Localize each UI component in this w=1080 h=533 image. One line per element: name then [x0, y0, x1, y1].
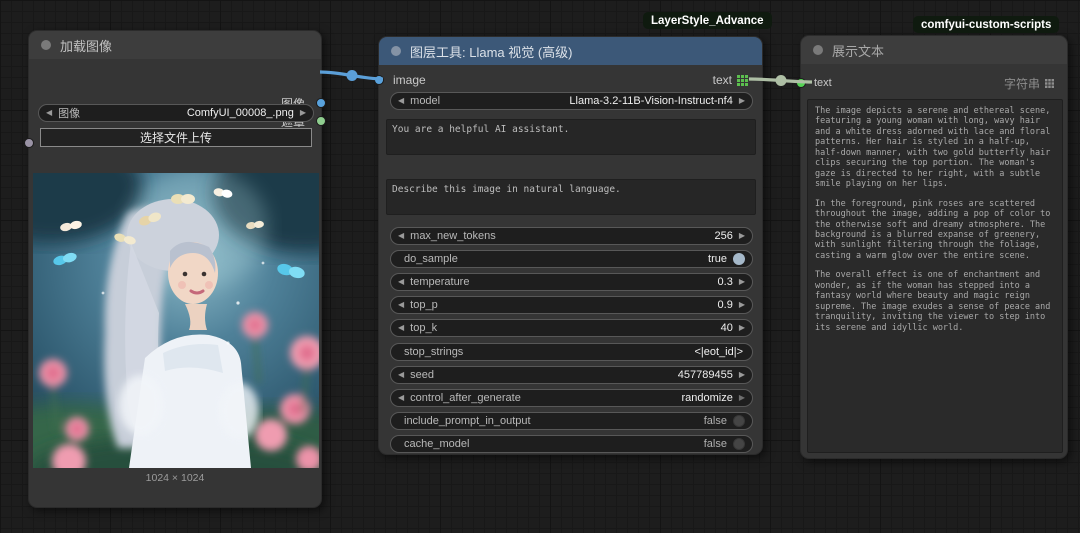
collapse-dot[interactable]: [41, 40, 51, 50]
custom-scripts-badge: comfyui-custom-scripts: [913, 16, 1060, 33]
combo-left-arrow[interactable]: ◀: [398, 97, 404, 105]
right-arrow[interactable]: ▶: [739, 324, 745, 332]
left-arrow[interactable]: ◀: [398, 301, 404, 309]
output-paragraph: The image depicts a serene and ethereal …: [815, 106, 1051, 190]
left-arrow[interactable]: ◀: [398, 394, 404, 402]
combo-label: model: [410, 95, 441, 107]
string-type-label: 字符串: [1003, 76, 1040, 91]
seed-widget[interactable]: ◀ seed 457789455 ▶: [390, 366, 753, 384]
system-prompt-textarea[interactable]: You are a helpful AI assistant.: [386, 119, 756, 155]
left-arrow[interactable]: ◀: [398, 278, 404, 286]
input-image-label: image: [393, 73, 426, 87]
node-title: 加载图像: [60, 38, 113, 54]
string-grid-icon[interactable]: [1045, 78, 1054, 88]
toggle-off-icon[interactable]: [733, 415, 745, 427]
load-image-node-header[interactable]: 加载图像: [29, 31, 321, 59]
combo-right-arrow[interactable]: ▶: [300, 109, 306, 117]
combo-value: Llama-3.2-11B-Vision-Instruct-nf4: [569, 95, 733, 107]
image-combo-widget[interactable]: ◀ 图像 ComfyUI_00008_.png ▶: [38, 104, 314, 122]
right-arrow[interactable]: ▶: [739, 278, 745, 286]
load-image-node[interactable]: 加载图像 图像 遮罩 ◀ 图像 ComfyUI_00008_.png ▶ 选择文…: [24, 30, 326, 508]
node-title: 图层工具: Llama 视觉 (高级): [410, 44, 573, 60]
node-title: 展示文本: [832, 43, 885, 59]
show-text-node-header[interactable]: 展示文本: [801, 36, 1067, 64]
left-arrow[interactable]: ◀: [398, 371, 404, 379]
collapse-dot[interactable]: [391, 46, 401, 56]
right-arrow[interactable]: ▶: [739, 394, 745, 402]
collapse-dot[interactable]: [813, 45, 823, 55]
top-k-widget[interactable]: ◀ top_k 40 ▶: [390, 319, 753, 337]
cache-model-widget[interactable]: cache_model false: [390, 435, 753, 453]
output-text-label: text: [712, 73, 732, 87]
input-text-label: text: [814, 77, 832, 89]
input-text-slot[interactable]: [796, 78, 806, 88]
max-new-tokens-widget[interactable]: ◀ max_new_tokens 256 ▶: [390, 227, 753, 245]
layerstyle-advance-badge: LayerStyle_Advance: [643, 12, 772, 29]
text-output-grid-icon[interactable]: [737, 74, 748, 86]
text-wire-midpoint: [775, 75, 787, 86]
output-image-slot[interactable]: [316, 98, 326, 108]
right-arrow[interactable]: ▶: [739, 371, 745, 379]
combo-right-arrow[interactable]: ▶: [739, 97, 745, 105]
stop-strings-widget[interactable]: stop_strings <|eot_id|>: [390, 343, 753, 361]
control-after-generate-widget[interactable]: ◀ control_after_generate randomize ▶: [390, 389, 753, 407]
image-preview: [33, 173, 319, 468]
combo-left-arrow[interactable]: ◀: [46, 109, 52, 117]
show-text-output[interactable]: The image depicts a serene and ethereal …: [807, 99, 1063, 453]
temperature-widget[interactable]: ◀ temperature 0.3 ▶: [390, 273, 753, 291]
llama-node-header[interactable]: 图层工具: Llama 视觉 (高级): [379, 37, 762, 65]
upload-button[interactable]: 选择文件上传: [40, 128, 312, 147]
input-image-slot[interactable]: [374, 75, 384, 85]
toggle-on-icon[interactable]: [733, 253, 745, 265]
top-p-widget[interactable]: ◀ top_p 0.9 ▶: [390, 296, 753, 314]
right-arrow[interactable]: ▶: [739, 301, 745, 309]
output-paragraph: The overall effect is one of enchantment…: [815, 270, 1051, 333]
left-arrow[interactable]: ◀: [398, 232, 404, 240]
output-mask-slot[interactable]: [316, 116, 326, 126]
include-prompt-in-output-widget[interactable]: include_prompt_in_output false: [390, 412, 753, 430]
toggle-off-icon[interactable]: [733, 438, 745, 450]
combo-value: ComfyUI_00008_.png: [186, 107, 294, 119]
image-widget-input-slot[interactable]: [24, 138, 34, 148]
combo-label: 图像: [58, 108, 81, 120]
llama-vision-node[interactable]: 图层工具: Llama 视觉 (高级) image text ◀ model L…: [374, 36, 763, 455]
model-combo-widget[interactable]: ◀ model Llama-3.2-11B-Vision-Instruct-nf…: [390, 92, 753, 110]
left-arrow[interactable]: ◀: [398, 324, 404, 332]
output-paragraph: In the foreground, pink roses are scatte…: [815, 198, 1051, 261]
image-wire-midpoint: [346, 70, 358, 81]
show-text-node[interactable]: 展示文本 text 字符串 The image depicts a serene…: [796, 35, 1068, 459]
user-prompt-textarea[interactable]: Describe this image in natural language.: [386, 179, 756, 215]
right-arrow[interactable]: ▶: [739, 232, 745, 240]
do-sample-widget[interactable]: do_sample true: [390, 250, 753, 268]
image-size-caption: 1024 × 1024: [145, 472, 205, 484]
